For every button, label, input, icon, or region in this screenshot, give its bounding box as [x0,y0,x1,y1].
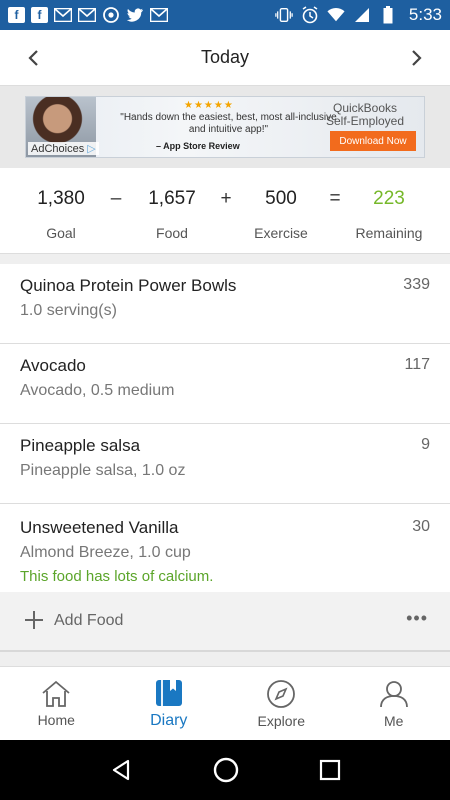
exercise-value: 500 [265,188,297,209]
wifi-icon [327,7,345,23]
ad-rating: ★★★★★ [184,100,234,111]
facebook-icon: f [8,7,25,23]
home-icon [42,680,70,707]
minus-operator: – [110,188,122,209]
page-title: Today [200,47,250,67]
bottom-navigation: Home Diary Explore Me [0,666,450,740]
battery-icon [379,6,397,24]
status-bar: f f 5:33 [0,0,450,30]
food-calories: 30 [412,518,430,535]
home-button-icon[interactable] [212,756,240,784]
recents-icon[interactable] [319,759,341,781]
ad-choices[interactable]: AdChoices ▷ [28,142,99,155]
more-options-icon[interactable]: ••• [406,608,428,629]
back-icon[interactable] [109,758,133,782]
ad-quote: "Hands down the easiest, best, most all-… [120,112,337,135]
plus-operator: + [220,188,232,209]
signal-icon [353,7,371,23]
food-entry[interactable]: Avocado Avocado, 0.5 medium 117 [0,344,450,424]
gmail-icon [54,7,72,23]
food-description: Avocado, 0.5 medium [20,382,175,399]
notification-icons: f f [8,7,168,23]
food-entry[interactable]: Quinoa Protein Power Bowls 1.0 serving(s… [0,264,450,344]
user-icon [379,680,408,707]
ad-source: – App Store Review [156,141,240,151]
food-name: Pineapple salsa [20,436,141,455]
date-header: Today [0,30,450,86]
system-icons: 5:33 [275,5,442,25]
food-nutrition-note: This food has lots of calcium. [20,568,214,585]
food-list: Quinoa Protein Power Bowls 1.0 serving(s… [0,264,450,602]
ad-download-button[interactable]: Download Now [330,131,416,151]
compass-icon [267,679,296,708]
chevron-right-icon [412,50,422,66]
tab-me[interactable]: Me [338,667,450,740]
chevron-left-icon [28,50,38,66]
food-description: Pineapple salsa, 1.0 oz [20,462,186,479]
gmail-icon [78,7,96,23]
clock: 5:33 [408,5,442,24]
calorie-summary: 1,380 Goal – 1,657 Food + 500 Exercise =… [0,168,450,254]
food-description: 1.0 serving(s) [20,302,117,319]
food-calories: 9 [421,436,430,453]
diary-icon [155,679,182,706]
food-entry[interactable]: Unsweetened Vanilla Almond Breeze, 1.0 c… [0,504,450,602]
add-food-button[interactable]: Add Food ••• [0,592,450,652]
food-label: Food [156,225,188,241]
goal-value: 1,380 [37,188,85,209]
alarm-icon [301,6,319,24]
food-name: Quinoa Protein Power Bowls [20,276,237,295]
food-name: Unsweetened Vanilla [20,518,179,537]
twitter-icon [126,7,144,23]
remaining-value: 223 [373,188,405,209]
system-navigation-bar [0,740,450,800]
ad-banner[interactable]: ★★★★★ "Hands down the easiest, best, mos… [25,96,425,158]
food-calories: 339 [403,276,430,293]
tab-label: Explore [257,712,305,729]
food-value: 1,657 [148,188,196,209]
chrome-icon [102,7,120,23]
adchoices-icon: ▷ [87,143,96,155]
ad-area: ★★★★★ "Hands down the easiest, best, mos… [0,86,450,168]
tab-label: Diary [150,711,188,729]
add-food-label: Add Food [54,612,124,629]
food-name: Avocado [20,356,86,375]
tab-label: Home [37,711,75,728]
food-entry[interactable]: Pineapple salsa Pineapple salsa, 1.0 oz … [0,424,450,504]
food-calories: 117 [404,356,430,373]
ad-choices-label: AdChoices [31,142,85,155]
gmail-icon [150,7,168,23]
tab-explore[interactable]: Explore [225,667,338,740]
exercise-label: Exercise [254,225,308,241]
tab-diary[interactable]: Diary [113,667,226,740]
facebook-icon: f [31,7,48,23]
plus-icon [24,607,44,635]
tab-label: Me [384,712,404,729]
ad-brand: QuickBooks Self-Employed [325,101,405,128]
equals-operator: = [329,188,341,209]
vibrate-icon [275,7,293,23]
food-description: Almond Breeze, 1.0 cup [20,544,191,561]
tab-home[interactable]: Home [0,667,113,740]
remaining-label: Remaining [355,225,423,241]
next-day-button[interactable] [388,30,444,86]
goal-label: Goal [46,225,76,241]
previous-day-button[interactable] [6,30,62,86]
